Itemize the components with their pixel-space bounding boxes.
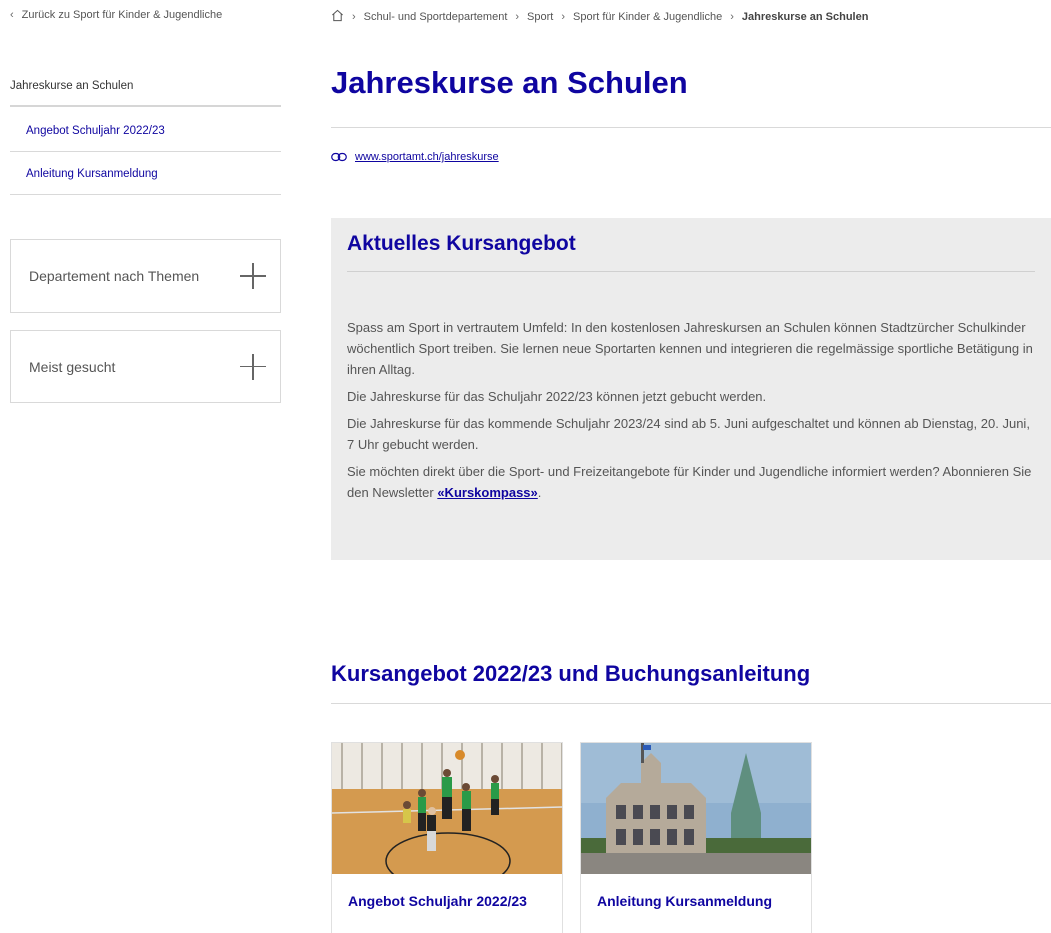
sidebar-nav: Angebot Schuljahr 2022/23 Anleitung Kurs… bbox=[10, 109, 281, 195]
panel-heading: Aktuelles Kursangebot bbox=[347, 232, 1035, 272]
back-link-label: Zurück zu Sport für Kinder & Jugendliche bbox=[21, 9, 223, 21]
external-link-url[interactable]: www.sportamt.ch/jahreskurse bbox=[355, 151, 499, 163]
panel-paragraph: Spass am Sport in vertrautem Umfeld: In … bbox=[347, 320, 1033, 377]
breadcrumb-item[interactable]: Sport für Kinder & Jugendliche bbox=[573, 11, 722, 23]
accordion-meist-gesucht[interactable]: Meist gesucht bbox=[10, 330, 281, 403]
chevron-left-icon: ‹ bbox=[10, 9, 14, 21]
home-icon[interactable] bbox=[331, 9, 344, 25]
breadcrumb-separator: › bbox=[352, 11, 356, 23]
breadcrumb-separator: › bbox=[730, 11, 734, 23]
link-icon bbox=[331, 152, 347, 162]
breadcrumb-separator: › bbox=[561, 11, 566, 23]
panel-paragraph: Sie möchten direkt über die Sport- und F… bbox=[347, 461, 1035, 503]
breadcrumb-current: Jahreskurse an Schulen bbox=[741, 11, 869, 23]
sidebar-title: Jahreskurse an Schulen bbox=[10, 80, 281, 107]
kursangebot-panel: Aktuelles Kursangebot Spass am Sport in … bbox=[331, 218, 1051, 560]
breadcrumb-item[interactable]: Schul- und Sportdepartement bbox=[364, 11, 508, 23]
card-image-stadthaus bbox=[581, 743, 811, 874]
breadcrumb-separator: › bbox=[515, 11, 520, 23]
plus-icon bbox=[240, 353, 266, 380]
card-caption: Anleitung Kursanmeldung bbox=[597, 893, 772, 909]
newsletter-text-end: . bbox=[537, 485, 542, 500]
panel-paragraph: Die Jahreskurse für das Schuljahr 2022/2… bbox=[347, 389, 767, 404]
page-title: Jahreskurse an Schulen bbox=[331, 65, 688, 100]
accordion-departement-nach-themen[interactable]: Departement nach Themen bbox=[10, 239, 281, 313]
card-caption: Angebot Schuljahr 2022/23 bbox=[348, 893, 527, 909]
breadcrumb: › Schul- und Sportdepartement › Sport › … bbox=[331, 9, 868, 25]
plus-icon bbox=[240, 263, 266, 289]
accordion-label: Departement nach Themen bbox=[29, 268, 200, 284]
back-link[interactable]: ‹ Zurück zu Sport für Kinder & Jugendlic… bbox=[10, 9, 222, 21]
kurskompass-link[interactable]: «Kurskompass» bbox=[437, 485, 537, 500]
sidebar-item-anleitung[interactable]: Anleitung Kursanmeldung bbox=[10, 152, 281, 195]
divider bbox=[331, 127, 1051, 128]
panel-paragraph: Die Jahreskurse für das kommende Schulja… bbox=[347, 416, 1030, 452]
external-link: www.sportamt.ch/jahreskurse bbox=[331, 151, 499, 163]
card-angebot[interactable]: Angebot Schuljahr 2022/23 bbox=[331, 742, 563, 933]
card-anleitung[interactable]: Anleitung Kursanmeldung bbox=[580, 742, 812, 933]
breadcrumb-item[interactable]: Sport bbox=[527, 11, 553, 23]
accordion-label: Meist gesucht bbox=[29, 358, 116, 375]
card-image-sporthalle bbox=[332, 743, 562, 874]
divider bbox=[331, 703, 1051, 704]
section-title: Kursangebot 2022/23 und Buchungsanleitun… bbox=[331, 661, 811, 686]
sidebar-item-angebot[interactable]: Angebot Schuljahr 2022/23 bbox=[10, 109, 281, 152]
